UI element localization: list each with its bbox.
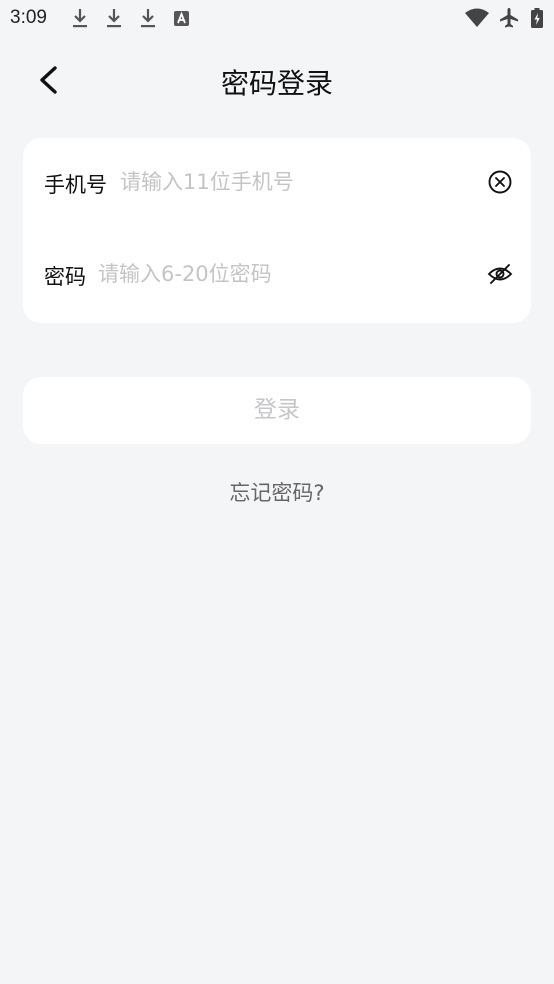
top-bar: 密码登录 (0, 50, 554, 114)
font-app-icon (174, 11, 189, 26)
download-icon (141, 9, 155, 28)
password-input[interactable] (98, 257, 470, 291)
airplane-mode-icon (500, 8, 518, 28)
phone-row: 手机号 (23, 138, 531, 230)
login-form-card: 手机号 密码 (23, 138, 531, 323)
phone-input[interactable] (120, 165, 470, 199)
eye-hidden-icon[interactable] (486, 260, 514, 288)
phone-label: 手机号 (44, 173, 107, 197)
forgot-password-link[interactable]: 忘记密码? (0, 477, 554, 507)
download-icon (73, 9, 87, 28)
page-title: 密码登录 (220, 67, 333, 100)
download-icon (107, 9, 121, 28)
wifi-icon (465, 8, 489, 27)
login-button[interactable]: 登录 (23, 377, 531, 444)
password-label: 密码 (44, 265, 86, 289)
status-time: 3:09 (10, 7, 47, 28)
status-bar: 3:09 (0, 0, 554, 38)
clear-circle-icon[interactable] (486, 168, 514, 196)
password-row: 密码 (23, 230, 531, 322)
battery-charging-icon (531, 8, 543, 28)
